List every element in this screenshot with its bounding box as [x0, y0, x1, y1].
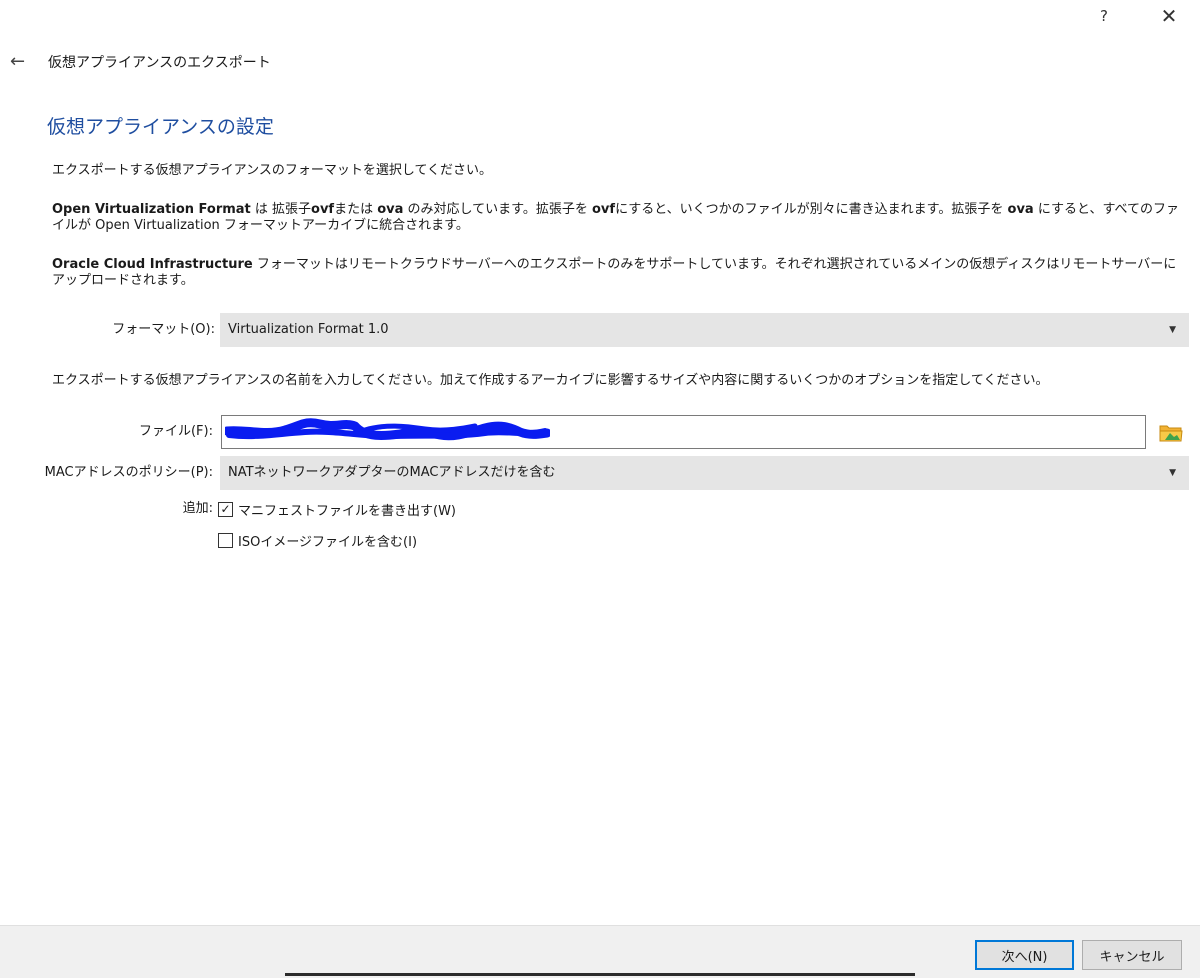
format-select[interactable]: Virtualization Format 1.0 ▼ — [220, 313, 1189, 347]
name-description: エクスポートする仮想アプライアンスの名前を入力してください。加えて作成するアーカ… — [52, 373, 1049, 388]
checkmark-icon: ✓ — [220, 501, 231, 516]
mac-policy-value: NATネットワークアダプターのMACアドレスだけを含む — [228, 465, 556, 480]
manifest-checkbox-row[interactable]: ✓ マニフェストファイルを書き出す(W) — [218, 499, 456, 519]
iso-checkbox[interactable] — [218, 532, 233, 548]
cancel-button[interactable]: キャンセル — [1082, 940, 1182, 970]
intro-text: エクスポートする仮想アプライアンスのフォーマットを選択してください。 — [52, 163, 493, 178]
window-title: 仮想アプライアンスのエクスポート — [48, 55, 271, 71]
manifest-checkbox-label: マニフェストファイルを書き出す(W) — [238, 503, 456, 519]
bottom-border-line — [285, 973, 915, 976]
format-select-value: Virtualization Format 1.0 — [228, 322, 389, 337]
dropdown-arrow-icon: ▼ — [1169, 468, 1176, 478]
ova-ext: ova — [377, 202, 404, 217]
wizard-header: ← 仮想アプライアンスのエクスポート — [10, 50, 271, 74]
ova-ext: ova — [1007, 202, 1034, 217]
mac-policy-select[interactable]: NATネットワークアダプターのMACアドレスだけを含む ▼ — [220, 456, 1189, 490]
ovf-ext: ovf — [311, 202, 335, 217]
ovf-text-part: のみ対応しています。拡張子を — [403, 202, 592, 217]
ovf-text-part: は 拡張子 — [250, 202, 312, 217]
ovf-description: Open Virtualization Format は 拡張子ovfまたは o… — [52, 202, 1187, 234]
back-arrow-icon[interactable]: ← — [10, 50, 34, 74]
ovf-text-part: にすると、いくつかのファイルが別々に書き込まれます。拡張子を — [615, 202, 1008, 217]
help-button[interactable]: ? — [1089, 4, 1119, 28]
file-label: ファイル(F): — [138, 424, 213, 439]
dropdown-arrow-icon: ▼ — [1169, 325, 1176, 335]
close-button[interactable]: ✕ — [1154, 4, 1184, 28]
folder-browse-icon[interactable] — [1158, 420, 1184, 444]
ovf-format-name: Open Virtualization Format — [52, 202, 251, 217]
format-label: フォーマット(O): — [112, 322, 215, 337]
iso-checkbox-label: ISOイメージファイルを含む(I) — [238, 534, 418, 550]
ovf-ext: ovf — [592, 202, 616, 217]
manifest-checkbox[interactable]: ✓ — [218, 501, 233, 517]
page-title: 仮想アプライアンスの設定 — [47, 116, 274, 138]
oci-format-name: Oracle Cloud Infrastructure — [52, 257, 253, 272]
next-button[interactable]: 次へ(N) — [975, 940, 1074, 970]
wizard-footer: 次へ(N) キャンセル — [0, 925, 1200, 978]
iso-checkbox-row[interactable]: ISOイメージファイルを含む(I) — [218, 530, 417, 550]
ovf-text-part: または — [334, 202, 378, 217]
mac-policy-label: MACアドレスのポリシー(P): — [44, 465, 213, 480]
oci-description: Oracle Cloud Infrastructure フォーマットはリモートク… — [52, 257, 1187, 289]
additional-label: 追加: — [182, 501, 213, 516]
file-path-input[interactable] — [221, 415, 1146, 449]
